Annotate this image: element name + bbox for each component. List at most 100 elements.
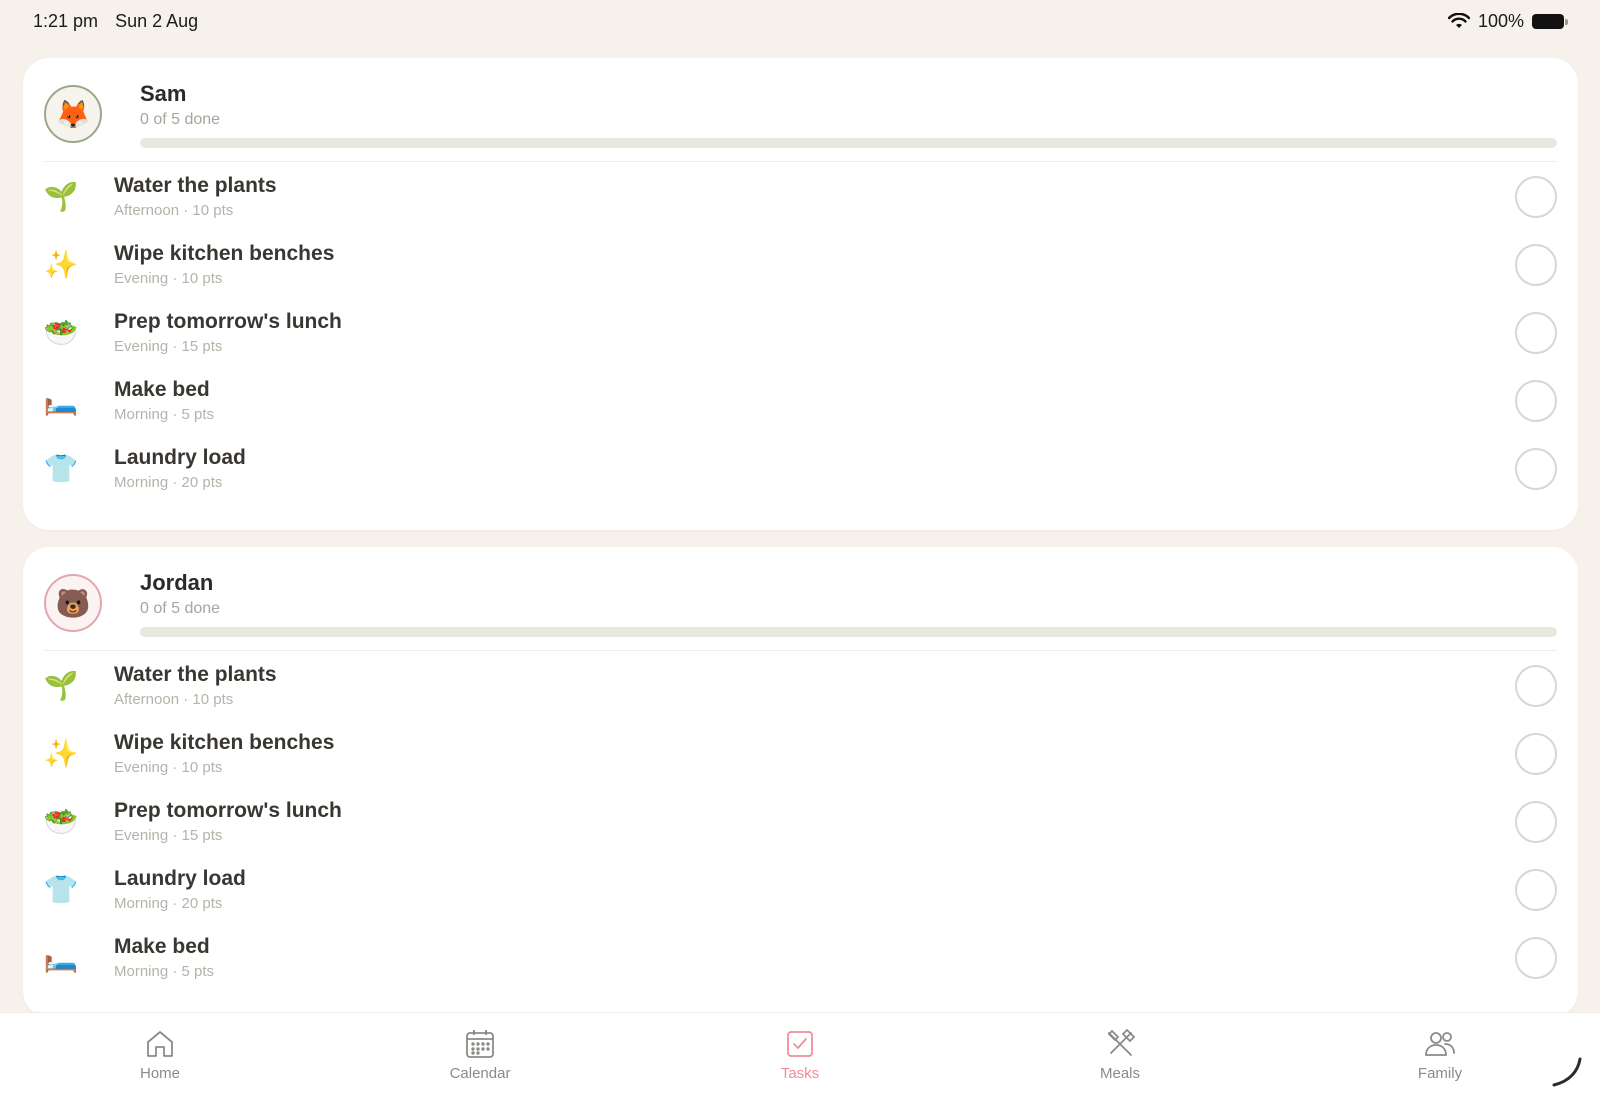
member-header: 🦊 Sam 0 of 5 done [44, 58, 1557, 162]
tab-label: Home [139, 1065, 180, 1082]
fox-avatar-icon[interactable]: 🦊 [44, 85, 102, 143]
calendar-icon [466, 1030, 494, 1058]
progress-bar [140, 138, 1557, 148]
member-progress-text: 0 of 5 done [140, 600, 221, 617]
status-date: Sun 2 Aug [115, 10, 199, 31]
seedling-icon: 🌱 [43, 669, 79, 701]
member-progress-text: 0 of 5 done [140, 111, 221, 128]
task-title: Make bed [114, 378, 210, 401]
bed-icon: 🛏️ [43, 384, 79, 416]
task-meta: Evening · 15 pts [114, 827, 223, 844]
member-card-jordan: 🐻 Jordan 0 of 5 done 🌱 Water the plants … [23, 547, 1578, 1017]
sparkles-icon: ✨ [43, 248, 79, 280]
task-meta: Afternoon · 10 pts [114, 691, 234, 708]
task-row[interactable]: ✨ Wipe kitchen benches Evening · 10 pts [44, 719, 1557, 787]
task-meta: Evening · 10 pts [114, 759, 223, 776]
task-row[interactable]: 👕 Laundry load Morning · 20 pts [44, 434, 1557, 502]
task-complete-checkbox[interactable] [1515, 448, 1557, 490]
task-list: 🌱 Water the plants Afternoon · 10 pts ✨ … [44, 162, 1557, 502]
task-meta: Morning · 5 pts [114, 406, 215, 423]
shirt-icon: 👕 [43, 452, 79, 484]
task-title: Wipe kitchen benches [114, 242, 335, 265]
task-text: Make bed Morning · 5 pts [114, 935, 214, 980]
salad-icon: 🥗 [43, 805, 79, 837]
task-row[interactable]: 🛏️ Make bed Morning · 5 pts [44, 923, 1557, 991]
task-complete-checkbox[interactable] [1515, 869, 1557, 911]
bed-icon: 🛏️ [43, 941, 79, 973]
task-title: Prep tomorrow's lunch [114, 799, 342, 822]
tab-meals[interactable]: Meals [960, 1013, 1280, 1101]
loading-spinner-icon [1552, 1057, 1582, 1087]
seedling-icon: 🌱 [43, 180, 79, 212]
task-row[interactable]: ✨ Wipe kitchen benches Evening · 10 pts [44, 230, 1557, 298]
task-meta: Evening · 10 pts [114, 270, 223, 287]
task-text: Water the plants Afternoon · 10 pts [114, 663, 277, 708]
tab-calendar[interactable]: Calendar [320, 1013, 640, 1101]
member-header: 🐻 Jordan 0 of 5 done [44, 547, 1557, 651]
task-text: Wipe kitchen benches Evening · 10 pts [114, 242, 334, 287]
tab-tasks[interactable]: Tasks [640, 1013, 960, 1101]
sparkles-icon: ✨ [43, 737, 79, 769]
task-complete-checkbox[interactable] [1515, 937, 1557, 979]
progress-bar [140, 627, 1557, 637]
member-name: Sam [140, 81, 187, 106]
avatar-emoji: 🐻 [55, 587, 91, 619]
task-complete-checkbox[interactable] [1515, 380, 1557, 422]
task-meta: Afternoon · 10 pts [114, 202, 234, 219]
task-row[interactable]: 🥗 Prep tomorrow's lunch Evening · 15 pts [44, 787, 1557, 855]
task-complete-checkbox[interactable] [1515, 244, 1557, 286]
bottom-tab-bar: Home Calendar Tasks Meals Family [0, 1012, 1600, 1101]
task-complete-checkbox[interactable] [1515, 733, 1557, 775]
member-name: Jordan [140, 570, 214, 595]
salad-icon: 🥗 [43, 316, 79, 348]
status-left: 1:21 pm Sun 2 Aug [33, 11, 210, 32]
task-meta: Morning · 20 pts [114, 895, 223, 912]
task-title: Wipe kitchen benches [114, 731, 335, 754]
task-title: Prep tomorrow's lunch [114, 310, 342, 333]
task-meta: Evening · 15 pts [114, 338, 223, 355]
home-icon [147, 1031, 173, 1057]
bear-avatar-icon[interactable]: 🐻 [44, 574, 102, 632]
task-text: Wipe kitchen benches Evening · 10 pts [114, 731, 334, 776]
task-row[interactable]: 🥗 Prep tomorrow's lunch Evening · 15 pts [44, 298, 1557, 366]
utensils-icon [1107, 1028, 1136, 1056]
task-complete-checkbox[interactable] [1515, 176, 1557, 218]
family-icon [1425, 1032, 1455, 1056]
status-time: 1:21 pm [33, 10, 99, 31]
wifi-icon [1447, 13, 1470, 28]
task-text: Water the plants Afternoon · 10 pts [114, 174, 277, 219]
task-text: Prep tomorrow's lunch Evening · 15 pts [114, 310, 342, 355]
task-row[interactable]: 🌱 Water the plants Afternoon · 10 pts [44, 651, 1557, 719]
task-title: Water the plants [114, 663, 277, 686]
task-title: Water the plants [114, 174, 277, 197]
task-row[interactable]: 🛏️ Make bed Morning · 5 pts [44, 366, 1557, 434]
task-complete-checkbox[interactable] [1515, 801, 1557, 843]
task-text: Laundry load Morning · 20 pts [114, 446, 246, 491]
task-text: Laundry load Morning · 20 pts [114, 867, 246, 912]
status-right: 100% [1447, 10, 1568, 32]
task-row[interactable]: 🌱 Water the plants Afternoon · 10 pts [44, 162, 1557, 230]
battery-icon [1532, 13, 1568, 29]
tasks-checkbox-icon [787, 1031, 813, 1057]
task-meta: Morning · 20 pts [114, 474, 223, 491]
member-card-sam: 🦊 Sam 0 of 5 done 🌱 Water the plants Aft… [23, 58, 1578, 530]
tab-label: Calendar [449, 1065, 511, 1082]
shirt-icon: 👕 [43, 873, 79, 905]
tab-home[interactable]: Home [0, 1013, 320, 1101]
task-row[interactable]: 👕 Laundry load Morning · 20 pts [44, 855, 1557, 923]
task-title: Laundry load [114, 867, 246, 890]
avatar-emoji: 🦊 [55, 98, 91, 130]
battery-percentage: 100% [1477, 10, 1524, 31]
task-title: Laundry load [114, 446, 246, 469]
task-meta: Morning · 5 pts [114, 963, 215, 980]
task-text: Prep tomorrow's lunch Evening · 15 pts [114, 799, 342, 844]
tab-label: Family [1417, 1065, 1463, 1082]
tab-label: Tasks [780, 1065, 820, 1082]
tab-label: Meals [1099, 1065, 1140, 1082]
task-text: Make bed Morning · 5 pts [114, 378, 214, 423]
task-list: 🌱 Water the plants Afternoon · 10 pts ✨ … [44, 651, 1557, 991]
task-title: Make bed [114, 935, 210, 958]
task-complete-checkbox[interactable] [1515, 312, 1557, 354]
status-bar: 1:21 pm Sun 2 Aug 100% [0, 0, 1600, 42]
task-complete-checkbox[interactable] [1515, 665, 1557, 707]
